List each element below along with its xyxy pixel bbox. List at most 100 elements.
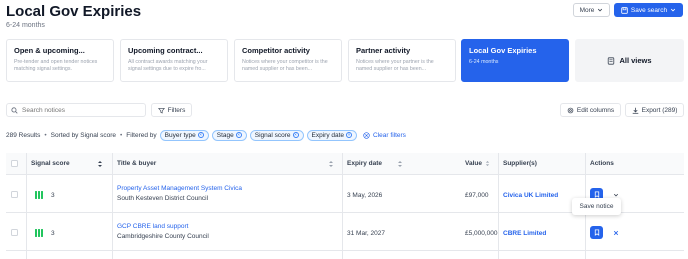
- sort-icon: [485, 161, 490, 166]
- view-card-open-upcoming[interactable]: Open & upcoming... Pre-tender and open t…: [6, 39, 114, 82]
- chip-label: Buyer type: [164, 131, 196, 139]
- card-description: Notices where your competitor is the nam…: [242, 59, 328, 72]
- card-title: Upcoming contract...: [128, 46, 203, 55]
- buyer-name: Cambridgeshire County Council: [117, 233, 209, 240]
- supplier-link[interactable]: Civica UK Limited: [503, 192, 558, 199]
- chevron-down-icon: [598, 8, 603, 12]
- save-search-label: Save search: [630, 6, 668, 14]
- view-card-competitor-activity[interactable]: Competitor activity Notices where your c…: [234, 39, 342, 82]
- column-label: Title & buyer: [117, 160, 157, 167]
- close-icon[interactable]: [613, 230, 619, 236]
- export-button[interactable]: Export (289): [625, 103, 684, 117]
- supplier-link[interactable]: CBRE Limited: [503, 230, 546, 237]
- separator-dot: •: [120, 131, 123, 139]
- edit-columns-label: Edit columns: [576, 106, 615, 114]
- filter-chip-buyer-type[interactable]: Buyer type ×: [159, 129, 209, 141]
- expiry-date: 3 May, 2026: [347, 192, 383, 199]
- close-icon[interactable]: ×: [235, 132, 242, 138]
- list-icon: [608, 56, 615, 65]
- signal-score-value: 3: [51, 192, 55, 199]
- sorted-by-text: Sorted by Signal score: [50, 131, 117, 139]
- bookmark-icon: [594, 191, 599, 198]
- view-cards: Open & upcoming... Pre-tender and open t…: [6, 39, 684, 82]
- search-input[interactable]: [22, 106, 142, 114]
- results-summary: 289 Results • Sorted by Signal score • F…: [6, 129, 406, 141]
- column-label: Expiry date: [347, 160, 383, 167]
- column-label: Supplier(s): [503, 160, 537, 167]
- close-icon[interactable]: ×: [197, 132, 204, 138]
- chip-label: Signal score: [254, 131, 291, 139]
- page-title: Local Gov Expiries: [6, 3, 142, 20]
- separator-dot: •: [44, 131, 47, 139]
- clear-filters-link[interactable]: Clear filters: [363, 132, 406, 139]
- view-card-local-gov-expiries[interactable]: Local Gov Expiries 6-24 months: [461, 39, 569, 82]
- search-box: [6, 103, 146, 117]
- page-header: Local Gov Expiries 6-24 months More Save…: [0, 0, 688, 34]
- row-checkbox[interactable]: [11, 191, 18, 198]
- column-header-expiry-date[interactable]: Expiry date: [347, 160, 382, 167]
- view-card-partner-activity[interactable]: Partner activity Notices where your part…: [348, 39, 456, 82]
- bookmark-icon: [594, 229, 599, 236]
- close-icon[interactable]: ×: [346, 132, 353, 138]
- download-icon: [632, 107, 638, 114]
- sort-icon[interactable]: [328, 160, 334, 168]
- search-icon: [11, 106, 18, 114]
- column-label: Signal score: [31, 160, 70, 167]
- column-label: Actions: [590, 160, 614, 167]
- sort-icon[interactable]: [97, 160, 103, 168]
- select-all-checkbox[interactable]: [11, 160, 18, 167]
- signal-score-icon: [35, 191, 44, 199]
- filtered-by-text: Filtered by: [126, 131, 157, 139]
- card-description: Notices where your partner is the named …: [356, 59, 434, 72]
- column-header-value[interactable]: Value: [465, 160, 490, 167]
- filter-chip-stage[interactable]: Stage ×: [211, 129, 247, 141]
- chip-label: Stage: [216, 131, 234, 139]
- clear-filters-label: Clear filters: [373, 131, 406, 139]
- signal-score-icon: [35, 229, 44, 237]
- save-notice-tooltip: Save notice: [572, 198, 621, 215]
- notice-title-link[interactable]: Property Asset Management System Civica: [117, 185, 242, 192]
- sort-icon[interactable]: [397, 160, 403, 168]
- view-card-upcoming-contract[interactable]: Upcoming contract... All contract awards…: [120, 39, 228, 82]
- contract-value: £5,000,000: [465, 230, 498, 237]
- table-row[interactable]: 3 GCP CBRE land support Cambridgeshire C…: [6, 214, 684, 251]
- save-notice-button[interactable]: [590, 226, 603, 239]
- card-title: All views: [619, 56, 652, 65]
- more-button[interactable]: More: [573, 3, 610, 17]
- notice-title-link[interactable]: GCP CBRE land support: [117, 223, 188, 230]
- row-checkbox[interactable]: [11, 229, 18, 236]
- view-card-all-views[interactable]: All views: [575, 39, 684, 82]
- column-header-title-buyer[interactable]: Title & buyer: [117, 160, 156, 167]
- card-description: Pre-tender and open tender notices match…: [14, 59, 98, 72]
- save-search-button[interactable]: Save search: [614, 3, 683, 17]
- column-label: Value: [465, 160, 482, 167]
- clear-icon: [363, 131, 370, 139]
- close-icon[interactable]: ×: [292, 132, 299, 138]
- column-header-actions: Actions: [590, 160, 614, 167]
- edit-columns-button[interactable]: Edit columns: [560, 103, 621, 117]
- filters-button[interactable]: Filters: [151, 103, 192, 117]
- column-header-suppliers: Supplier(s): [503, 160, 537, 167]
- signal-score-value: 3: [51, 230, 55, 237]
- table-header: Signal score Title & buyer Expiry date V…: [6, 153, 684, 175]
- filters-label: Filters: [167, 106, 186, 114]
- settings-icon: [567, 107, 574, 113]
- more-label: More: [579, 6, 595, 14]
- chevron-down-icon: [670, 8, 676, 12]
- card-title: Local Gov Expiries: [469, 46, 537, 55]
- export-label: Export (289): [641, 106, 678, 114]
- filter-chip-signal-score[interactable]: Signal score ×: [249, 129, 304, 141]
- page-subtitle: 6-24 months: [6, 22, 45, 29]
- chip-label: Expiry date: [311, 131, 345, 139]
- filter-icon: [157, 107, 165, 113]
- card-description: All contract awards matching your signal…: [128, 59, 208, 72]
- card-description: 6-24 months: [469, 59, 499, 65]
- expiry-date: 31 Mar, 2027: [347, 230, 385, 237]
- results-count: 289 Results: [6, 131, 41, 139]
- save-icon: [621, 6, 628, 14]
- contract-value: £97,000: [465, 192, 489, 199]
- toolbar: Filters Edit columns Export (289): [6, 103, 684, 119]
- filter-chip-expiry-date[interactable]: Expiry date ×: [306, 129, 358, 141]
- column-header-signal-score[interactable]: Signal score: [31, 160, 70, 167]
- card-title: Open & upcoming...: [14, 46, 85, 55]
